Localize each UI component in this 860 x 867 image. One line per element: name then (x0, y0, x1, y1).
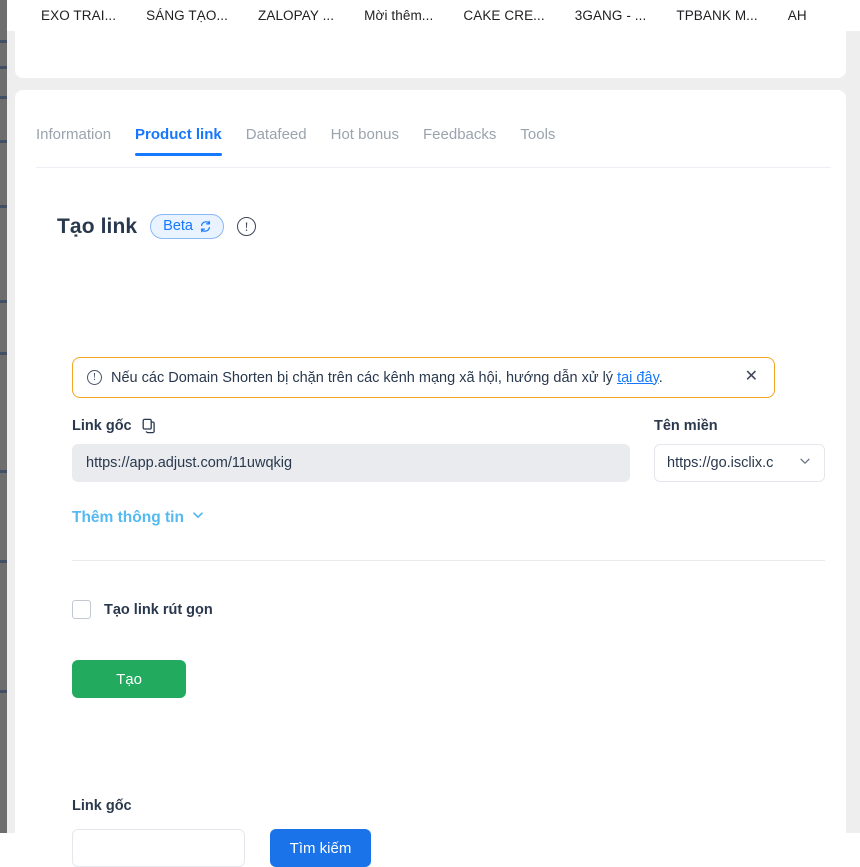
domain-select-value: https://go.isclix.c (667, 455, 774, 471)
more-info-label: Thêm thông tin (72, 508, 184, 526)
close-icon[interactable]: ✕ (743, 367, 760, 389)
tab-feedbacks[interactable]: Feedbacks (423, 122, 496, 156)
tab-information[interactable]: Information (36, 122, 111, 156)
search-link-input[interactable] (72, 829, 245, 867)
edge-tick (0, 352, 7, 355)
page-title: Tạo link (57, 214, 138, 238)
original-link-label-row: Link gốc (72, 418, 630, 434)
chevron-down-icon (798, 454, 812, 473)
edge-tick (0, 560, 7, 563)
domain-blocked-alert: ! Nếu các Domain Shorten bị chặn trên cá… (72, 357, 775, 398)
domain-select[interactable]: https://go.isclix.c (654, 444, 825, 482)
tab-product-link[interactable]: Product link (135, 122, 222, 156)
create-link-button[interactable]: Tạo (72, 660, 186, 698)
bookmark-item[interactable]: CAKE CRE... (463, 8, 544, 23)
sync-icon (199, 220, 212, 233)
tab-tools[interactable]: Tools (520, 122, 555, 156)
alert-message-suffix: . (658, 369, 663, 386)
bookmark-item[interactable]: EXO TRAI... (41, 8, 116, 23)
search-button[interactable]: Tìm kiếm (270, 829, 371, 867)
edge-tick (0, 66, 7, 69)
section-heading: Tạo link Beta ! (57, 214, 256, 239)
more-info-toggle[interactable]: Thêm thông tin (72, 508, 205, 527)
alert-info-icon: ! (87, 370, 102, 385)
tab-hot-bonus[interactable]: Hot bonus (331, 122, 399, 156)
bookmark-item[interactable]: 3GANG - ... (575, 8, 647, 23)
edge-tick (0, 300, 7, 303)
chevron-down-icon (191, 508, 205, 527)
beta-badge-label: Beta (163, 218, 193, 234)
alert-message: Nếu các Domain Shorten bị chặn trên các … (111, 370, 734, 386)
original-link-input[interactable] (72, 444, 630, 482)
shorten-link-row[interactable]: Tạo link rút gọn (72, 600, 213, 619)
beta-badge[interactable]: Beta (150, 214, 224, 239)
browser-left-edge-strip (0, 0, 7, 833)
edge-tick (0, 140, 7, 143)
bookmark-item[interactable]: SÁNG TẠO... (146, 8, 228, 23)
alert-help-link[interactable]: tại đây (617, 370, 659, 386)
section-divider (72, 560, 825, 561)
product-link-card: Information Product link Datafeed Hot bo… (15, 90, 846, 867)
edge-tick (0, 690, 7, 693)
search-link-label: Link gốc (72, 798, 132, 814)
edge-tick (0, 40, 7, 43)
info-circle-icon[interactable]: ! (237, 217, 256, 236)
tab-bar: Information Product link Datafeed Hot bo… (36, 122, 831, 168)
copy-icon[interactable] (141, 418, 157, 434)
shorten-link-label: Tạo link rút gọn (104, 601, 213, 618)
domain-group: Tên miền https://go.isclix.c (654, 418, 825, 482)
original-link-group: Link gốc (72, 418, 630, 482)
shorten-link-checkbox[interactable] (72, 600, 91, 619)
edge-tick (0, 96, 7, 99)
bookmark-item[interactable]: ZALOPAY ... (258, 8, 334, 23)
edge-tick (0, 205, 7, 208)
bookmark-item[interactable]: TPBANK M... (676, 8, 757, 23)
tab-datafeed[interactable]: Datafeed (246, 122, 307, 156)
bookmark-item[interactable]: Mời thêm... (364, 8, 433, 23)
bookmarks-bar: EXO TRAI... SÁNG TẠO... ZALOPAY ... Mời … (7, 0, 860, 31)
domain-label: Tên miền (654, 418, 718, 434)
bookmark-item[interactable]: AH (788, 8, 807, 23)
original-link-label: Link gốc (72, 418, 132, 434)
alert-message-text: Nếu các Domain Shorten bị chặn trên các … (111, 369, 618, 386)
edge-tick (0, 470, 7, 473)
